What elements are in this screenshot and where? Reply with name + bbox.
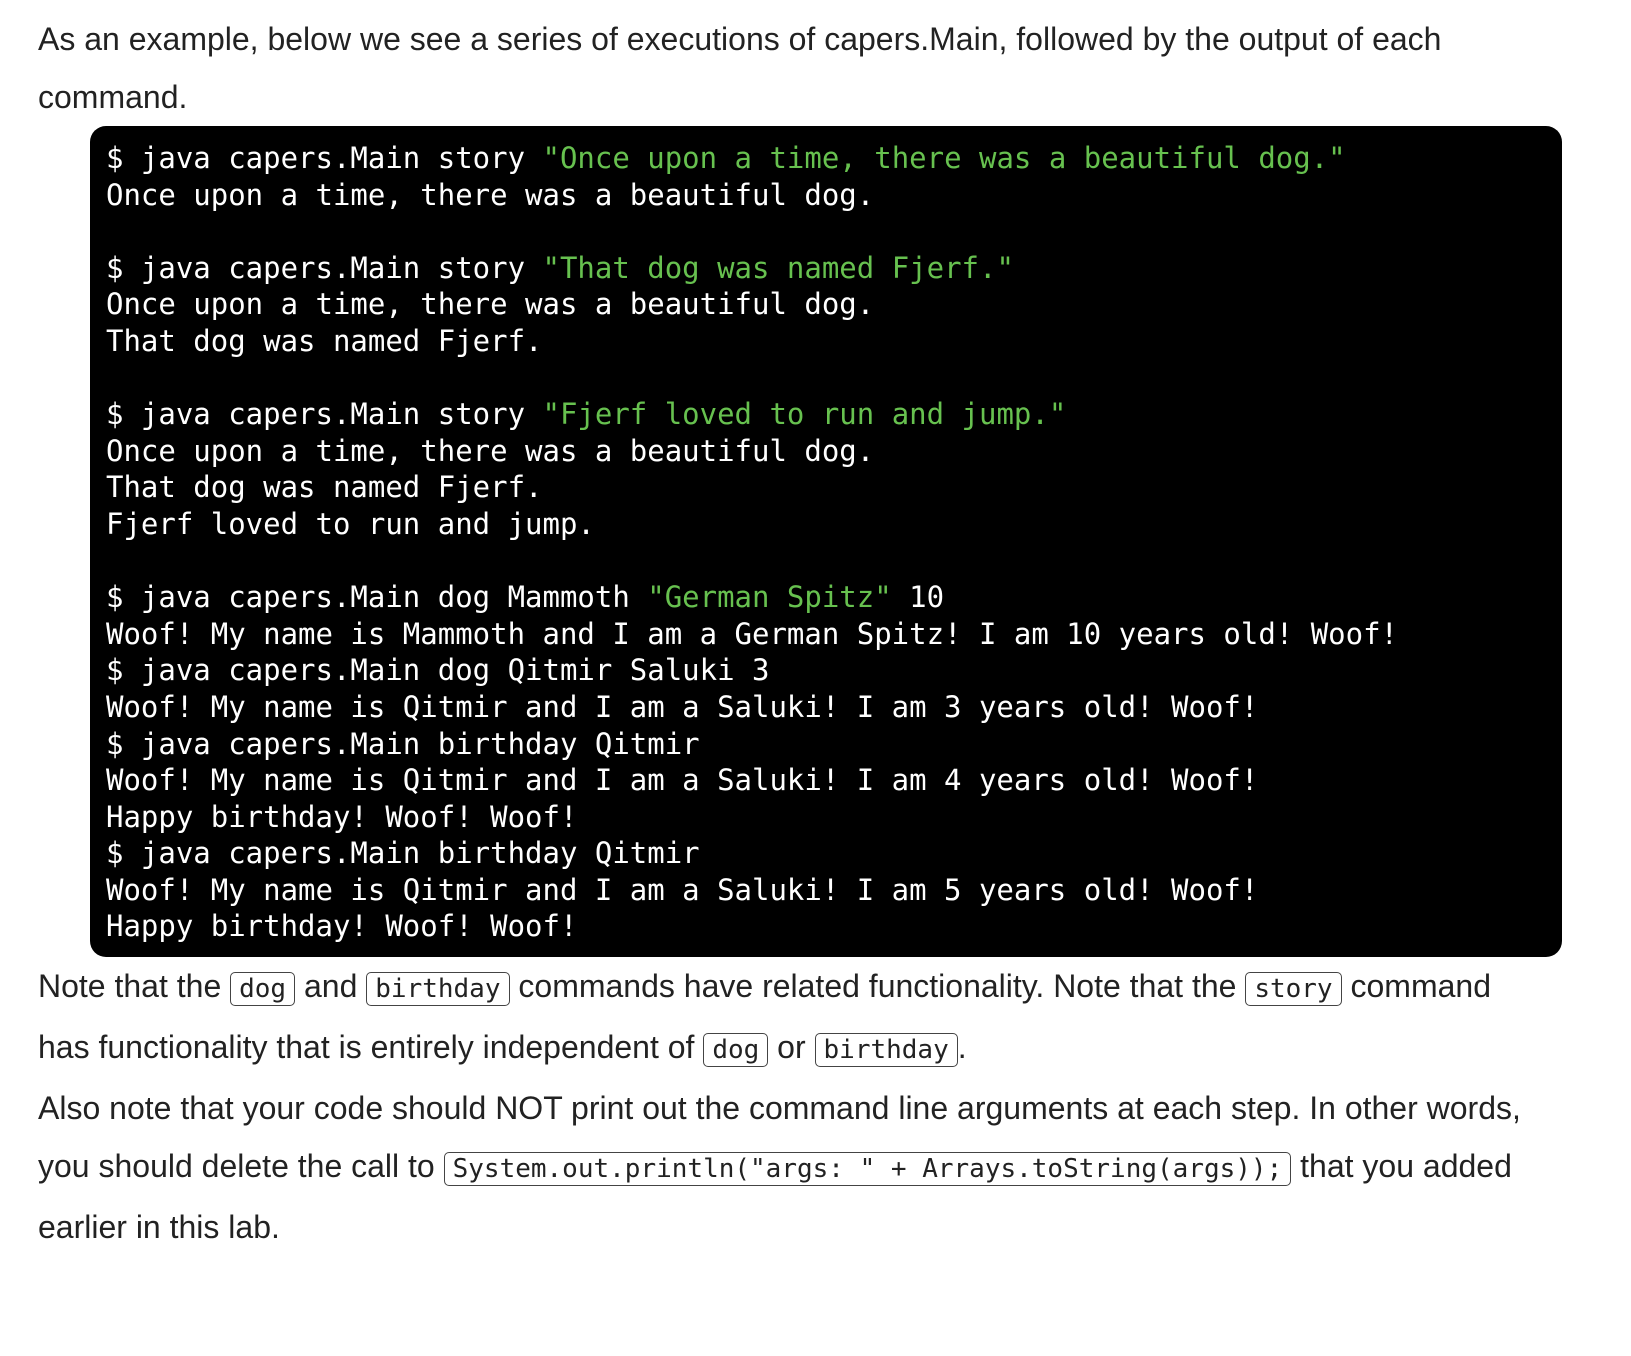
terminal-output-line: Once upon a time, there was a beautiful … bbox=[106, 177, 875, 212]
terminal-output-line: $ java capers.Main dog Qitmir Saluki 3 bbox=[106, 653, 770, 688]
inline-code-story: story bbox=[1245, 972, 1342, 1007]
command-text: $ java capers.Main story bbox=[106, 141, 543, 175]
terminal-command-line: $ java capers.Main story "Fjerf loved to… bbox=[106, 396, 1546, 433]
inline-code-birthday: birthday bbox=[366, 972, 510, 1007]
terminal-output-line: Woof! My name is Qitmir and I am a Saluk… bbox=[106, 763, 1259, 798]
terminal-output-line: $ java capers.Main birthday Qitmir bbox=[106, 726, 700, 761]
note-paragraph-2: Also note that your code should NOT prin… bbox=[38, 1079, 1593, 1256]
terminal-command-line: $ java capers.Main dog Mammoth "German S… bbox=[106, 579, 1546, 616]
terminal-output-line: That dog was named Fjerf. bbox=[106, 470, 543, 505]
note1-text-1: Note that the bbox=[38, 968, 231, 1005]
terminal-output-line: Woof! My name is Qitmir and I am a Saluk… bbox=[106, 872, 1259, 907]
terminal-output-line: Happy birthday! Woof! Woof! bbox=[106, 799, 578, 834]
intro-paragraph: As an example, below we see a series of … bbox=[38, 10, 1593, 126]
note2-text-2: you should delete the call to bbox=[38, 1148, 444, 1185]
terminal-output-line: Once upon a time, there was a beautiful … bbox=[106, 287, 875, 322]
note2-text-4: earlier in this lab. bbox=[38, 1209, 280, 1246]
terminal-output-line: Once upon a time, there was a beautiful … bbox=[106, 433, 875, 468]
command-text: $ java capers.Main story bbox=[106, 397, 543, 432]
terminal-output-line: That dog was named Fjerf. bbox=[106, 323, 543, 358]
note1-text-6: or bbox=[768, 1029, 815, 1066]
command-text: $ java capers.Main dog Mammoth bbox=[106, 580, 648, 615]
intro-line-1: As an example, below we see a series of … bbox=[38, 21, 1442, 57]
terminal-command-line: $ java capers.Main story "Once upon a ti… bbox=[106, 140, 1546, 177]
terminal-code-block: $ java capers.Main story "Once upon a ti… bbox=[90, 126, 1562, 958]
terminal-output-line: Woof! My name is Qitmir and I am a Saluk… bbox=[106, 689, 1259, 724]
document-page: As an example, below we see a series of … bbox=[0, 0, 1631, 1256]
note1-text-3: commands have related functionality. Not… bbox=[509, 968, 1246, 1005]
terminal-command-line: $ java capers.Main story "That dog was n… bbox=[106, 250, 1546, 287]
note1-text-7: . bbox=[957, 1029, 967, 1066]
inline-code-birthday-2: birthday bbox=[814, 1033, 958, 1068]
command-string-argument: "Fjerf loved to run and jump." bbox=[542, 397, 1067, 432]
command-string-argument: "German Spitz" bbox=[647, 580, 892, 615]
note2-text-3: that you added bbox=[1291, 1148, 1512, 1185]
command-text: $ java capers.Main story bbox=[106, 250, 543, 285]
intro-line-2: command. bbox=[38, 79, 188, 115]
terminal-output-line: Woof! My name is Mammoth and I am a Germ… bbox=[106, 616, 1399, 651]
inline-code-dog: dog bbox=[230, 972, 296, 1007]
terminal-output-line: Fjerf loved to run and jump. bbox=[106, 506, 595, 541]
command-string-argument: "That dog was named Fjerf." bbox=[542, 250, 1014, 285]
note1-text-2: and bbox=[295, 968, 367, 1005]
command-string-argument: "Once upon a time, there was a beautiful… bbox=[542, 141, 1346, 175]
terminal-output-line: $ java capers.Main birthday Qitmir bbox=[106, 836, 700, 871]
inline-code-println: System.out.println("args: " + Arrays.toS… bbox=[443, 1152, 1292, 1187]
note1-text-5: has functionality that is entirely indep… bbox=[38, 1029, 704, 1066]
terminal-output-line: Happy birthday! Woof! Woof! bbox=[106, 909, 578, 944]
command-trailing-text: 10 bbox=[891, 580, 945, 615]
note2-text-1: Also note that your code should NOT prin… bbox=[38, 1090, 1521, 1127]
inline-code-dog-2: dog bbox=[703, 1033, 769, 1068]
note-paragraph-1: Note that the dog and birthday commands … bbox=[38, 957, 1593, 1079]
note1-text-4: command bbox=[1341, 968, 1491, 1005]
